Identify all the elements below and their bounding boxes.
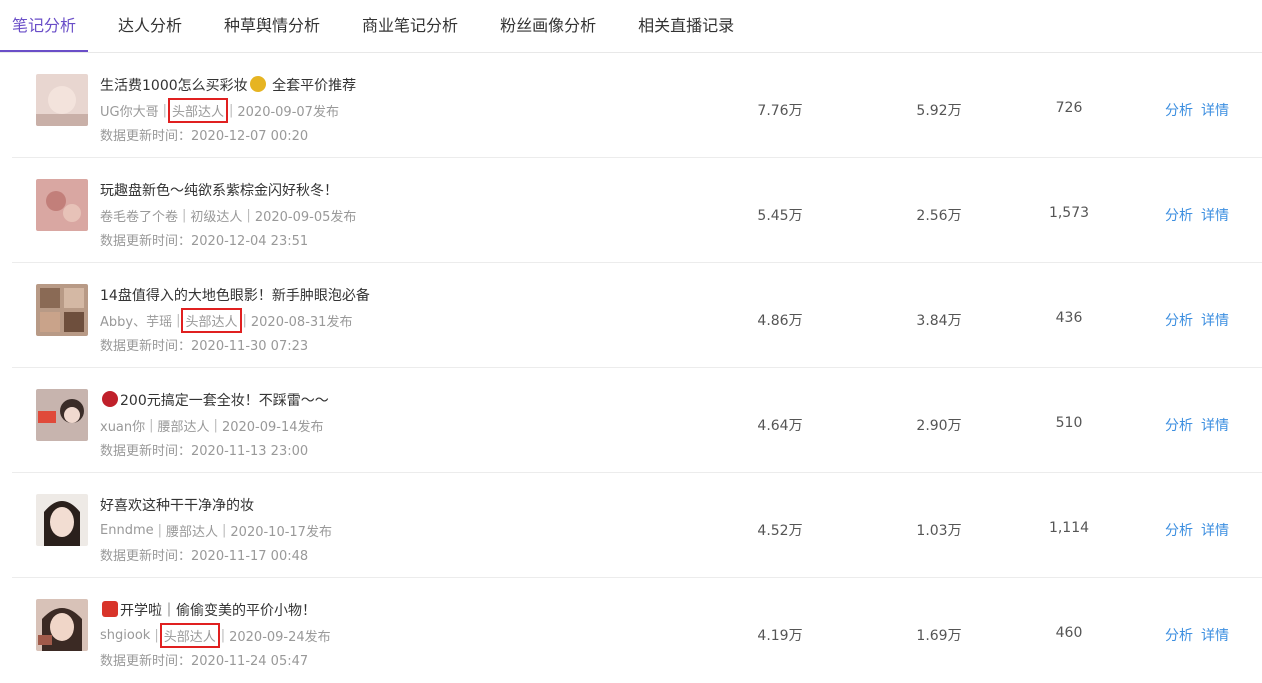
red-badge-icon — [102, 601, 118, 617]
row-actions: 分析 详情 — [1165, 310, 1237, 330]
note-meta: Enndme | 腰部达人 | 2020-10-17发布 — [100, 523, 332, 540]
note-title[interactable]: 14盘值得入的大地色眼影！新手肿眼泡必备 — [100, 285, 370, 305]
note-thumbnail[interactable] — [36, 284, 88, 336]
metric-1: 4.19万 — [757, 628, 803, 644]
note-meta: UG你大哥 | 头部达人 | 2020-09-07发布 — [100, 98, 339, 123]
publish-date: 2020-08-31发布 — [250, 315, 353, 330]
creator-level-tag: 初级达人 — [190, 210, 243, 225]
update-time: 数据更新时间：2020-11-17 00:48 — [100, 549, 309, 564]
list-item: 200元搞定一套全妆！不踩雷～～ xuan你 | 腰部达人 | 2020-09-… — [12, 368, 1262, 473]
row-actions: 分析 详情 — [1165, 520, 1237, 540]
metric-1: 4.52万 — [757, 523, 803, 539]
row-actions: 分析 详情 — [1165, 205, 1237, 225]
author-name[interactable]: Abby、芋瑶 — [100, 311, 172, 330]
row-actions: 分析 详情 — [1165, 100, 1237, 120]
author-name[interactable]: 卷毛卷了个卷 — [100, 206, 178, 225]
metric-1: 7.76万 — [757, 103, 803, 119]
publish-date: 2020-09-24发布 — [229, 630, 331, 645]
row-actions: 分析 详情 — [1165, 625, 1237, 645]
metric-3: 726 — [1055, 100, 1083, 116]
creator-level-tag: 头部达人 — [181, 308, 242, 333]
metric-2: 1.03万 — [916, 523, 962, 539]
analyze-button[interactable]: 分析 — [1165, 103, 1193, 119]
note-title[interactable]: 生活费1000怎么买彩妆 全套平价推荐 — [100, 75, 356, 95]
author-name[interactable]: xuan你 — [100, 416, 145, 435]
metric-3: 460 — [1055, 625, 1083, 641]
detail-button[interactable]: 详情 — [1201, 208, 1229, 224]
metric-2: 2.56万 — [916, 208, 962, 224]
metric-2: 5.92万 — [916, 103, 962, 119]
list-item: 生活费1000怎么买彩妆 全套平价推荐 UG你大哥 | 头部达人 | 2020-… — [12, 53, 1262, 158]
note-meta: shgiook | 头部达人 | 2020-09-24发布 — [100, 623, 331, 648]
note-title[interactable]: 开学啦｜偷偷变美的平价小物！ — [100, 600, 316, 620]
author-name[interactable]: Enndme — [100, 523, 154, 538]
tab-fan-profile-analysis[interactable]: 粉丝画像分析 — [500, 0, 596, 40]
tab-note-analysis[interactable]: 笔记分析 — [0, 0, 89, 52]
update-time: 数据更新时间：2020-11-30 07:23 — [100, 339, 309, 354]
analyze-button[interactable]: 分析 — [1165, 523, 1193, 539]
metric-3: 510 — [1055, 415, 1083, 431]
creator-level-tag: 腰部达人 — [157, 420, 210, 435]
tab-commercial-note-analysis[interactable]: 商业笔记分析 — [362, 0, 458, 40]
note-title[interactable]: 玩趣盘新色～纯欲系紫棕金闪好秋冬！ — [100, 180, 338, 200]
note-title[interactable]: 200元搞定一套全妆！不踩雷～～ — [100, 390, 329, 410]
author-name[interactable]: UG你大哥 — [100, 101, 159, 120]
publish-date: 2020-09-07发布 — [237, 105, 339, 120]
publish-date: 2020-09-05发布 — [254, 210, 357, 225]
metric-2: 1.69万 — [916, 628, 962, 644]
tab-live-records[interactable]: 相关直播记录 — [638, 0, 734, 40]
detail-button[interactable]: 详情 — [1201, 313, 1229, 329]
list-item: 14盘值得入的大地色眼影！新手肿眼泡必备 Abby、芋瑶 | 头部达人 | 20… — [12, 263, 1262, 368]
analyze-button[interactable]: 分析 — [1165, 418, 1193, 434]
note-thumbnail[interactable] — [36, 179, 88, 231]
metric-3: 1,573 — [1048, 205, 1090, 221]
tab-sentiment-analysis[interactable]: 种草舆情分析 — [224, 0, 320, 40]
metric-3: 1,114 — [1048, 520, 1090, 536]
metric-1: 4.86万 — [757, 313, 803, 329]
update-time: 数据更新时间：2020-11-24 05:47 — [100, 654, 309, 669]
creator-level-tag: 头部达人 — [167, 98, 229, 123]
detail-button[interactable]: 详情 — [1201, 418, 1229, 434]
tab-creator-analysis[interactable]: 达人分析 — [118, 0, 182, 40]
list-item: 好喜欢这种干干净净的妆 Enndme | 腰部达人 | 2020-10-17发布… — [12, 473, 1262, 578]
creator-level-tag: 腰部达人 — [166, 525, 219, 540]
update-time: 数据更新时间：2020-11-13 23:00 — [100, 444, 309, 459]
note-meta: Abby、芋瑶 | 头部达人 | 2020-08-31发布 — [100, 308, 353, 333]
metric-2: 2.90万 — [916, 418, 962, 434]
list-item: 玩趣盘新色～纯欲系紫棕金闪好秋冬！ 卷毛卷了个卷 | 初级达人 | 2020-0… — [12, 158, 1262, 263]
metric-3: 436 — [1055, 310, 1083, 326]
detail-button[interactable]: 详情 — [1201, 628, 1229, 644]
note-title[interactable]: 好喜欢这种干干净净的妆 — [100, 495, 254, 515]
note-list: 生活费1000怎么买彩妆 全套平价推荐 UG你大哥 | 头部达人 | 2020-… — [0, 53, 1262, 683]
row-actions: 分析 详情 — [1165, 415, 1237, 435]
money-bag-icon — [249, 76, 266, 92]
analyze-button[interactable]: 分析 — [1165, 208, 1193, 224]
list-item: 开学啦｜偷偷变美的平价小物！ shgiook | 头部达人 | 2020-09-… — [12, 578, 1262, 683]
detail-button[interactable]: 详情 — [1201, 523, 1229, 539]
metric-1: 4.64万 — [757, 418, 803, 434]
metric-1: 5.45万 — [757, 208, 803, 224]
metric-2: 3.84万 — [916, 313, 962, 329]
creator-level-tag: 头部达人 — [159, 623, 220, 648]
analyze-button[interactable]: 分析 — [1165, 628, 1193, 644]
note-thumbnail[interactable] — [36, 389, 88, 441]
analyze-button[interactable]: 分析 — [1165, 313, 1193, 329]
detail-button[interactable]: 详情 — [1201, 103, 1229, 119]
cherries-icon — [102, 391, 118, 407]
note-thumbnail[interactable] — [36, 74, 88, 126]
note-thumbnail[interactable] — [36, 494, 88, 546]
note-meta: xuan你 | 腰部达人 | 2020-09-14发布 — [100, 416, 324, 435]
publish-date: 2020-10-17发布 — [230, 525, 332, 540]
update-time: 数据更新时间：2020-12-07 00:20 — [100, 129, 309, 144]
author-name[interactable]: shgiook — [100, 628, 150, 643]
update-time: 数据更新时间：2020-12-04 23:51 — [100, 234, 309, 249]
note-thumbnail[interactable] — [36, 599, 88, 651]
publish-date: 2020-09-14发布 — [221, 420, 324, 435]
tab-bar: 笔记分析 达人分析 种草舆情分析 商业笔记分析 粉丝画像分析 相关直播记录 — [0, 0, 1262, 53]
note-meta: 卷毛卷了个卷 | 初级达人 | 2020-09-05发布 — [100, 206, 357, 225]
